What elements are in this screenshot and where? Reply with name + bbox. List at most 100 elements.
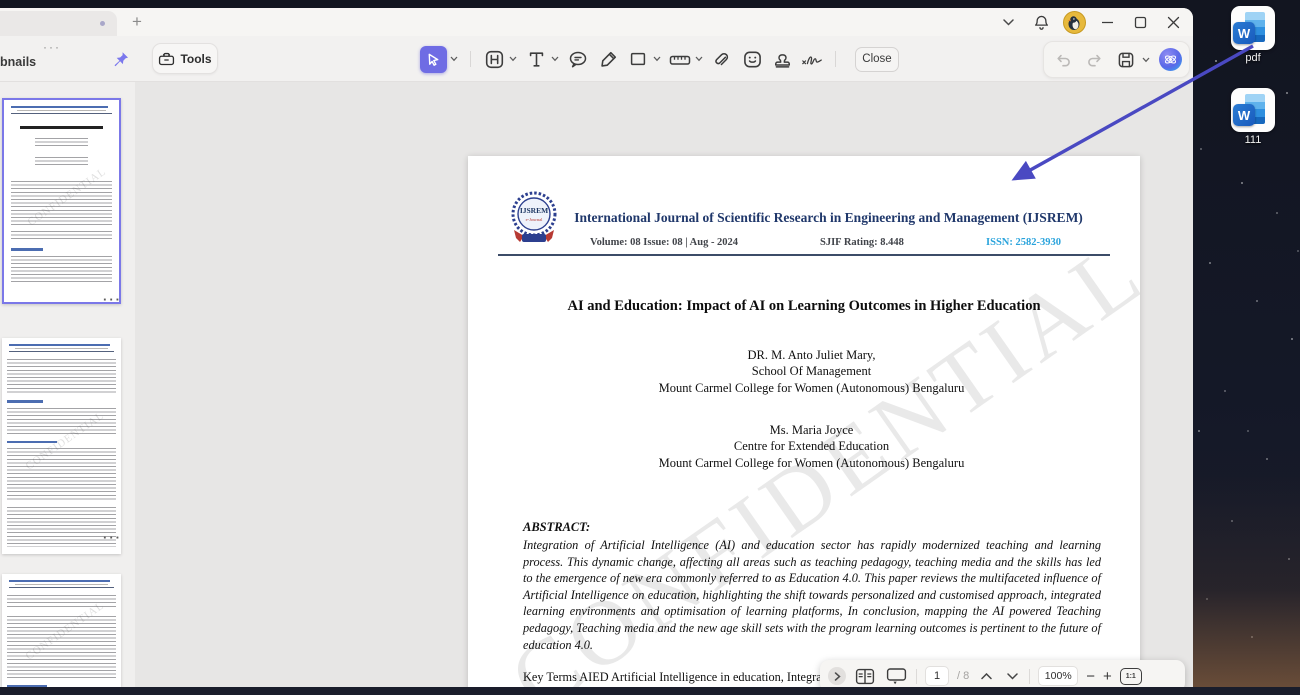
desktop-icon-111[interactable]: W 111 (1221, 88, 1285, 146)
heading-tool-button[interactable] (482, 47, 506, 71)
square-icon (630, 52, 646, 66)
pdf-app-window: + ··· bnails Tools Close CONFIDENTIAL ··… (0, 8, 1193, 687)
attachment-tool-button[interactable] (710, 47, 734, 71)
word-file-icon: W (1231, 6, 1275, 50)
svg-text:IJSREM: IJSREM (520, 206, 548, 215)
close-toolbar-button[interactable]: Close (855, 46, 899, 72)
text-tool-button[interactable] (524, 47, 548, 71)
chevron-down-icon[interactable] (996, 11, 1020, 33)
page-thumbnail-1[interactable]: CONFIDENTIAL (2, 98, 121, 304)
desktop-background: W pdf W 111 + ··· bnails Tools Close CON… (0, 0, 1300, 695)
author-institution: Mount Carmel College for Women (Autonomo… (658, 380, 965, 395)
redo-button[interactable] (1083, 48, 1107, 72)
new-tab-button[interactable]: + (126, 11, 148, 33)
paperclip-icon (715, 52, 729, 65)
document-tab[interactable] (0, 11, 117, 36)
zoom-out-button[interactable]: − (1086, 669, 1095, 684)
undo-button[interactable] (1051, 48, 1075, 72)
author-dept: School Of Management (751, 364, 872, 379)
signature-tool-button[interactable] (800, 47, 824, 71)
thumbnails-panel-title: bnails (0, 55, 37, 69)
svg-text:e-Journal: e-Journal (526, 217, 543, 222)
chevron-down-icon (1006, 672, 1018, 680)
chevron-up-icon (980, 672, 992, 679)
journal-volume: Volume: 08 Issue: 08 | Aug - 2024 (590, 237, 739, 248)
pdf-page[interactable]: CONFIDENTIAL IJSREM e-Journal Internatio… (468, 156, 1140, 687)
next-page-button[interactable] (1003, 667, 1021, 685)
desktop-icon-label: pdf (1245, 52, 1261, 64)
tools-label: Tools (180, 51, 212, 66)
author-dept: Centre for Extended Education (733, 439, 890, 454)
thumbnail-overflow-dots[interactable]: ··· (103, 530, 122, 545)
close-window-button[interactable] (1161, 11, 1185, 33)
pen-tool-button[interactable] (596, 47, 620, 71)
shape-tool-chevron[interactable] (653, 56, 661, 62)
account-avatar[interactable] (1062, 10, 1086, 34)
collapse-bar-button[interactable] (828, 667, 846, 685)
save-button[interactable] (1114, 48, 1138, 72)
header-rule (498, 254, 1110, 256)
desktop-icon-pdf[interactable]: W pdf (1221, 6, 1285, 64)
desktop-icon-label: 111 (1244, 134, 1262, 146)
page-layout-button[interactable] (854, 665, 876, 687)
save-options-chevron[interactable] (1142, 57, 1150, 63)
thumbnails-panel: CONFIDENTIAL ··· CONFIDENTIAL ··· CONFID… (0, 82, 135, 687)
save-floppy-icon (1118, 52, 1134, 67)
abstract-heading: ABSTRACT: (523, 520, 591, 534)
actual-size-label: 1:1 (1125, 672, 1136, 680)
starfield (0, 0, 2, 2)
notifications-bell-icon[interactable] (1029, 11, 1053, 33)
author-block-2: Ms. Maria Joyce Centre for Extended Educ… (523, 422, 1100, 471)
redo-icon (1087, 54, 1101, 66)
page-number-input[interactable]: 1 (925, 666, 949, 686)
author-name: DR. M. Anto Juliet Mary, (747, 348, 876, 362)
author-name: Ms. Maria Joyce (769, 423, 854, 437)
sticker-tool-button[interactable] (740, 47, 764, 71)
tab-bar: + (0, 8, 1193, 36)
measure-tool-button[interactable] (668, 47, 692, 71)
maximize-button[interactable] (1128, 11, 1152, 33)
text-tool-chevron[interactable] (551, 56, 559, 62)
tools-button[interactable]: Tools (152, 43, 218, 74)
stamp-icon (774, 53, 790, 68)
comment-tool-button[interactable] (566, 47, 590, 71)
sticker-face-icon (743, 51, 761, 67)
ai-assistant-button[interactable] (1158, 48, 1182, 71)
text-icon (529, 51, 543, 67)
panel-drag-handle[interactable]: ··· (43, 40, 61, 54)
screen-pointer-icon (886, 668, 906, 685)
undo-icon (1057, 54, 1071, 66)
marker-pen-icon (600, 51, 616, 67)
page-navigation-bar: 1 / 8 100% − + 1:1 (820, 660, 1185, 687)
ai-atom-icon (1164, 55, 1176, 64)
actual-size-button[interactable]: 1:1 (1119, 667, 1142, 685)
measure-tool-chevron[interactable] (695, 56, 703, 62)
signature-icon (802, 55, 822, 65)
select-tool-button[interactable] (420, 45, 447, 73)
toolbox-icon (159, 52, 175, 66)
thumbnail-overflow-dots[interactable]: ··· (103, 292, 122, 307)
previous-page-button[interactable] (977, 667, 995, 685)
page-total: / 8 (957, 670, 970, 682)
word-file-icon: W (1231, 88, 1275, 132)
select-tool-chevron[interactable] (450, 56, 458, 62)
zoom-in-button[interactable]: + (1103, 669, 1112, 684)
zoom-level-input[interactable]: 100% (1038, 666, 1079, 686)
abstract-text: Integration of Artificial Intelligence (… (523, 538, 1101, 652)
titlebar-controls (996, 8, 1185, 36)
page-thumbnail-3[interactable]: CONFIDENTIAL (2, 574, 121, 687)
pin-icon[interactable] (112, 51, 129, 75)
two-page-view-icon (855, 668, 875, 684)
paper-title: AI and Education: Impact of AI on Learni… (567, 298, 1041, 314)
journal-issn: ISSN: 2582-3930 (986, 237, 1061, 248)
ruler-icon (669, 55, 691, 65)
minimize-button[interactable] (1095, 11, 1119, 33)
horizon-glow (1193, 470, 1300, 687)
presentation-mode-button[interactable] (884, 665, 908, 687)
chevron-right-icon (834, 671, 841, 681)
quick-actions-bar (1043, 41, 1190, 78)
heading-tool-chevron[interactable] (509, 56, 517, 62)
page-thumbnail-2[interactable]: CONFIDENTIAL (2, 338, 121, 554)
shape-tool-button[interactable] (626, 47, 650, 71)
stamp-tool-button[interactable] (770, 47, 794, 71)
